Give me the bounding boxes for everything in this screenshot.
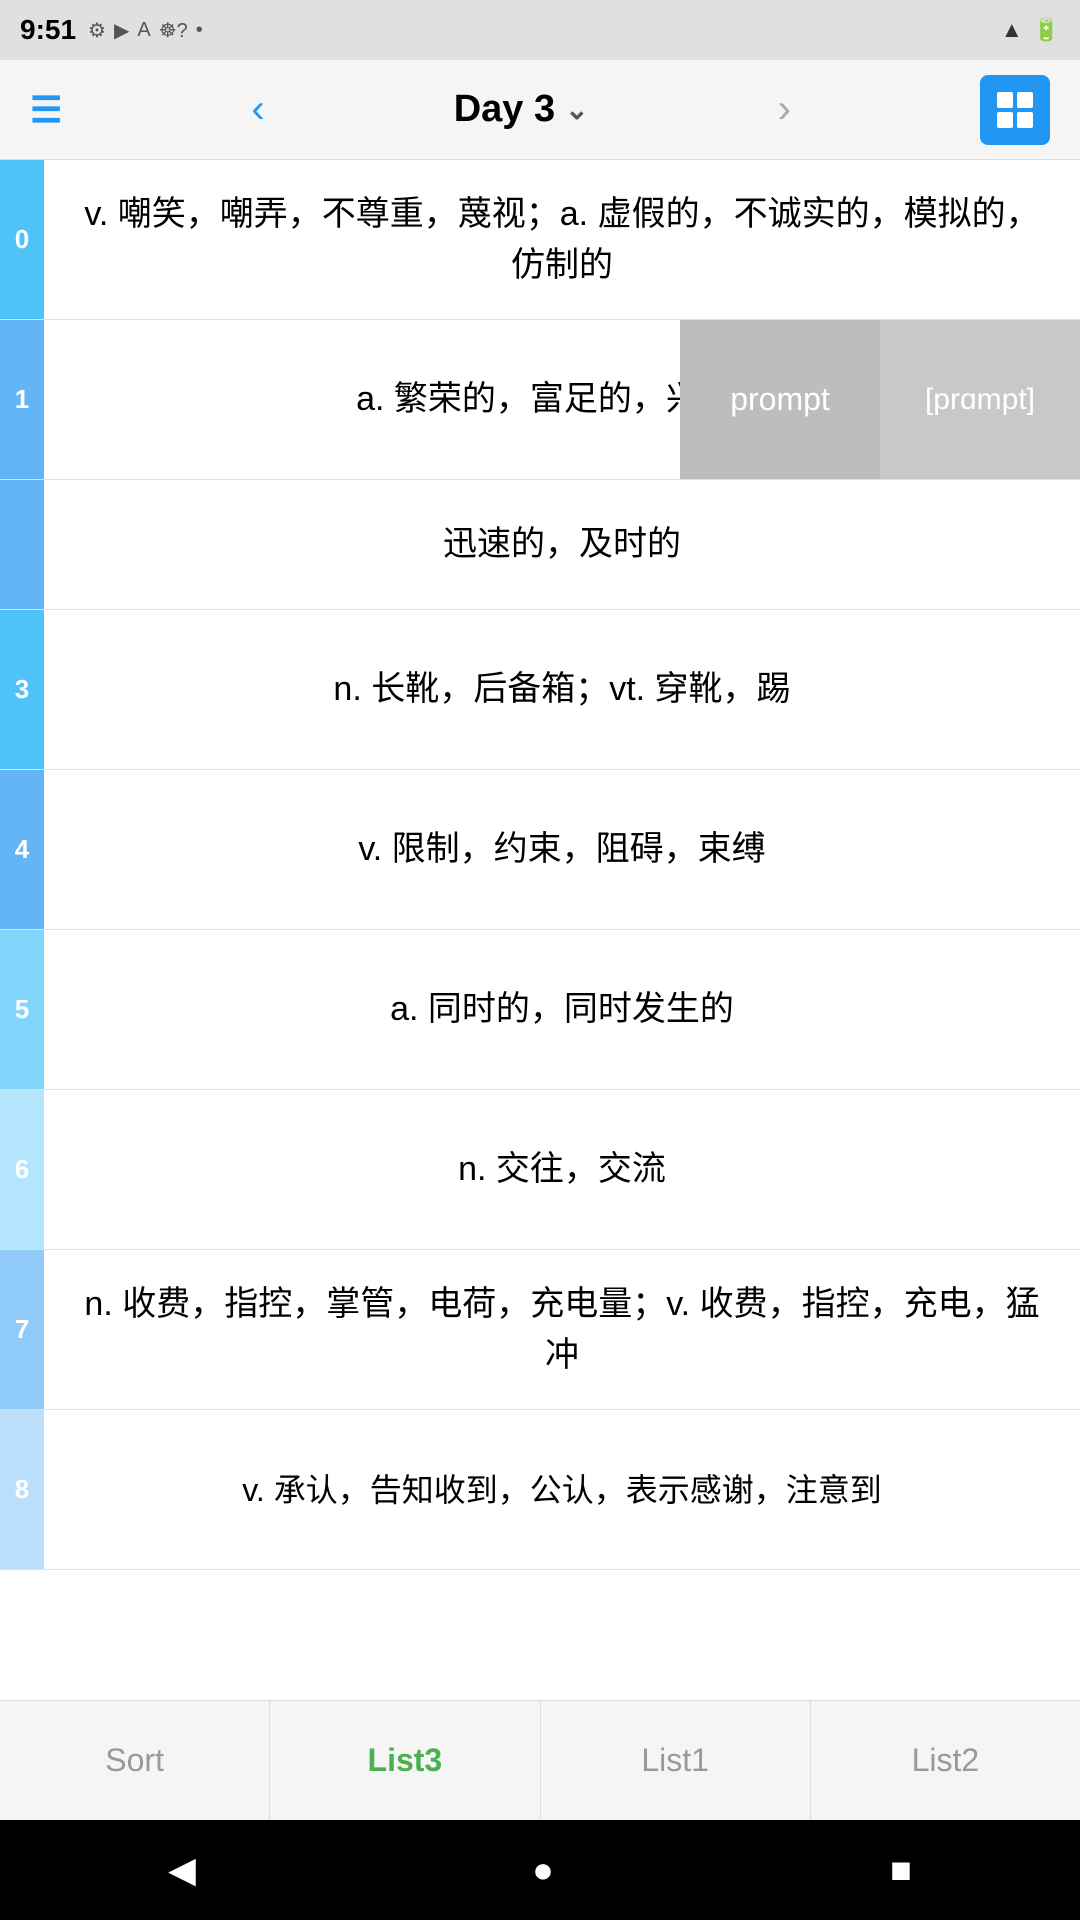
settings-icon: ⚙	[88, 18, 106, 43]
android-home-button[interactable]: ●	[532, 1849, 554, 1891]
tab-list1-label: List1	[641, 1742, 709, 1779]
forward-button[interactable]: ›	[778, 87, 791, 132]
status-time: 9:51	[20, 14, 76, 46]
play-icon: ▶	[114, 18, 129, 43]
word-row-1[interactable]: 1 a. 繁荣的，富足的，兴旺的 prompt [prɑmpt]	[0, 320, 1080, 480]
signal-icon: ▲	[1001, 17, 1023, 43]
dot-icon: •	[196, 19, 203, 42]
android-recent-button[interactable]: ■	[890, 1849, 912, 1891]
word-index-5: 5	[0, 930, 44, 1089]
day-title-text: Day 3	[454, 88, 555, 131]
word-definition-7: n. 收费，指控，掌管，电荷，充电量；v. 收费，指控，充电，猛冲	[44, 1250, 1080, 1409]
prompt-phonetic: [prɑmpt]	[880, 320, 1080, 479]
grid-view-button[interactable]	[980, 75, 1050, 145]
word-index-7: 7	[0, 1250, 44, 1409]
word-index-8: 8	[0, 1410, 44, 1569]
tab-list3-label: List3	[368, 1742, 443, 1779]
word-row-0[interactable]: 0 v. 嘲笑，嘲弄，不尊重，蔑视；a. 虚假的，不诚实的，模拟的，仿制的	[0, 160, 1080, 320]
tab-list3[interactable]: List3	[270, 1701, 540, 1820]
status-bar: 9:51 ⚙ ▶ A ☸? • ▲ 🔋	[0, 0, 1080, 60]
word-definition-8: v. 承认，告知收到，公认，表示感谢，注意到	[44, 1410, 1080, 1569]
word-index-2	[0, 480, 44, 609]
wifi-icon: ☸?	[159, 18, 188, 43]
back-button[interactable]: ‹	[251, 87, 264, 132]
word-row-4[interactable]: 4 v. 限制，约束，阻碍，束缚	[0, 770, 1080, 930]
word-definition-0: v. 嘲笑，嘲弄，不尊重，蔑视；a. 虚假的，不诚实的，模拟的，仿制的	[44, 160, 1080, 319]
word-row-6[interactable]: 6 n. 交往，交流	[0, 1090, 1080, 1250]
tab-sort-label: Sort	[105, 1742, 164, 1779]
battery-icon: 🔋	[1033, 17, 1060, 43]
font-icon: A	[137, 19, 150, 42]
android-back-button[interactable]: ◀	[168, 1849, 196, 1891]
day-title[interactable]: Day 3 ⌄	[454, 88, 589, 131]
word-row-7[interactable]: 7 n. 收费，指控，掌管，电荷，充电量；v. 收费，指控，充电，猛冲	[0, 1250, 1080, 1410]
prompt-overlay[interactable]: prompt [prɑmpt]	[680, 320, 1080, 479]
word-index-4: 4	[0, 770, 44, 929]
word-definition-4: v. 限制，约束，阻碍，束缚	[44, 770, 1080, 929]
hamburger-menu-button[interactable]: ☰	[30, 89, 62, 131]
word-definition-5: a. 同时的，同时发生的	[44, 930, 1080, 1089]
status-right: ▲ 🔋	[1001, 17, 1060, 43]
word-row-8[interactable]: 8 v. 承认，告知收到，公认，表示感谢，注意到	[0, 1410, 1080, 1570]
word-index-1: 1	[0, 320, 44, 479]
chevron-down-icon: ⌄	[565, 93, 588, 126]
word-definition-6: n. 交往，交流	[44, 1090, 1080, 1249]
word-definition-2: 迅速的，及时的	[44, 480, 1080, 609]
status-icons: ⚙ ▶ A ☸? •	[88, 18, 203, 43]
tab-list2-label: List2	[912, 1742, 980, 1779]
prompt-word: prompt	[680, 320, 880, 479]
word-row-5[interactable]: 5 a. 同时的，同时发生的	[0, 930, 1080, 1090]
word-index-0: 0	[0, 160, 44, 319]
word-row-2[interactable]: 迅速的，及时的	[0, 480, 1080, 610]
word-definition-3: n. 长靴，后备箱；vt. 穿靴，踢	[44, 610, 1080, 769]
android-nav-bar: ◀ ● ■	[0, 1820, 1080, 1920]
tab-bar: Sort List3 List1 List2	[0, 1700, 1080, 1820]
nav-bar: ☰ ‹ Day 3 ⌄ ›	[0, 60, 1080, 160]
word-list: 0 v. 嘲笑，嘲弄，不尊重，蔑视；a. 虚假的，不诚实的，模拟的，仿制的 1 …	[0, 160, 1080, 1700]
word-index-6: 6	[0, 1090, 44, 1249]
word-row-3[interactable]: 3 n. 长靴，后备箱；vt. 穿靴，踢	[0, 610, 1080, 770]
tab-list1[interactable]: List1	[541, 1701, 811, 1820]
tab-sort[interactable]: Sort	[0, 1701, 270, 1820]
tab-list2[interactable]: List2	[811, 1701, 1080, 1820]
word-index-3: 3	[0, 610, 44, 769]
